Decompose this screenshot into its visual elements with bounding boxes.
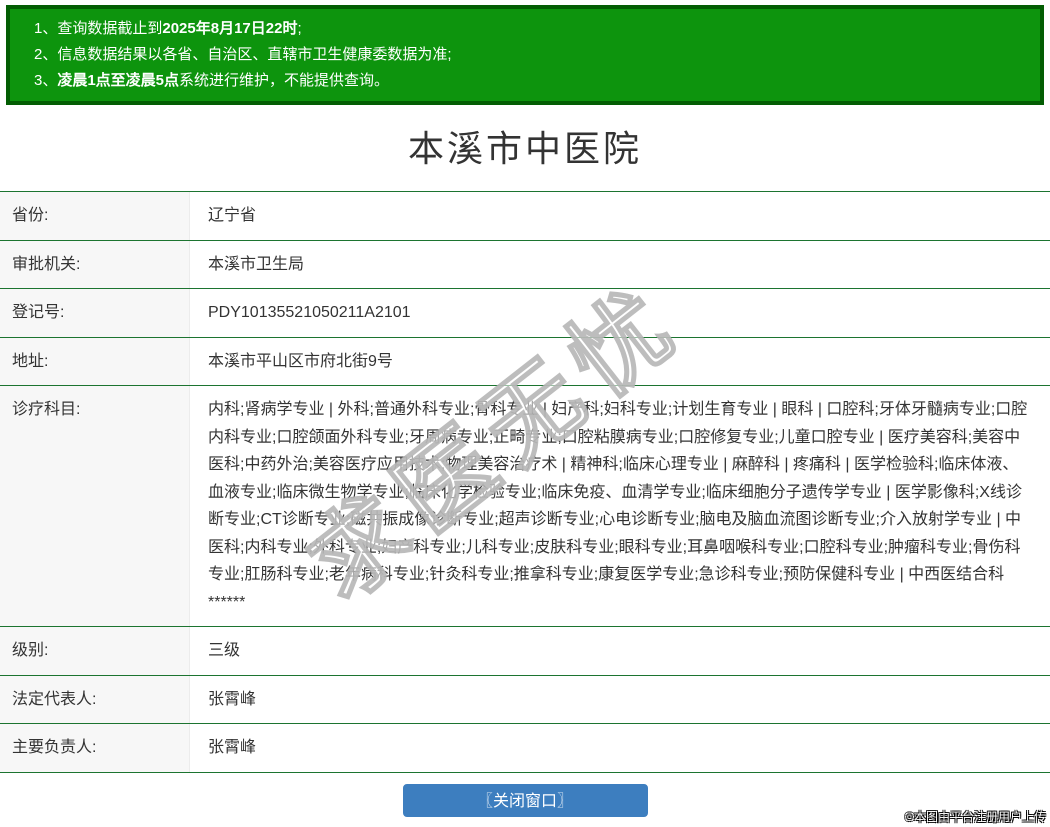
field-value-principal: 张霄峰	[208, 739, 257, 756]
photo-credit-note: ©本图由平台注册用户上传	[905, 810, 1046, 824]
field-value-level: 三级	[208, 642, 241, 659]
field-value-treatment-subjects: 内科;肾病学专业 | 外科;普通外科专业;骨科专业 | 妇产科;妇科专业;计划生…	[208, 401, 1028, 611]
table-row-treatment-subjects: 诊疗科目: 内科;肾病学专业 | 外科;普通外科专业;骨科专业 | 妇产科;妇科…	[0, 386, 1050, 627]
notice-line-1: 1、查询数据截止到2025年8月17日22时;	[34, 16, 1030, 42]
field-label-principal: 主要负责人:	[0, 724, 190, 772]
notice-number: 2、	[34, 46, 58, 63]
notice-bold-text: 凌晨1点至凌晨5点	[57, 72, 180, 89]
notice-line-2: 2、信息数据结果以各省、自治区、直辖市卫生健康委数据为准;	[34, 42, 1030, 68]
notice-bold-text: 2025年8月17日22时	[162, 20, 298, 37]
notice-text: ;	[297, 20, 302, 37]
field-value-address: 本溪市平山区市府北街9号	[208, 352, 393, 370]
close-window-button[interactable]: 〖关闭窗口〗	[402, 783, 648, 817]
field-value-registration-number: PDY10135521050211A2101	[208, 304, 411, 321]
table-row-approval-authority: 审批机关: 本溪市卫生局	[0, 240, 1050, 289]
table-row-principal: 主要负责人: 张霄峰	[0, 724, 1050, 773]
notice-banner: 1、查询数据截止到2025年8月17日22时; 2、信息数据结果以各省、自治区、…	[6, 5, 1044, 105]
field-value-approval-authority: 本溪市卫生局	[208, 255, 305, 273]
notice-text: 系统进行维护，不能提供查询。	[179, 72, 390, 89]
hospital-info-table: 省份: 辽宁省 审批机关: 本溪市卫生局 登记号: PDY10135521050…	[0, 191, 1050, 773]
field-label-address: 地址:	[0, 337, 190, 385]
field-label-approval-authority: 审批机关:	[0, 240, 190, 288]
notice-number: 1、	[34, 20, 58, 37]
field-value-province: 辽宁省	[208, 207, 257, 224]
field-label-legal-representative: 法定代表人:	[0, 675, 190, 723]
table-row-level: 级别: 三级	[0, 627, 1050, 676]
table-row-address: 地址: 本溪市平山区市府北街9号	[0, 337, 1050, 386]
notice-text: 信息数据结果以各省、自治区、直辖市卫生健康委数据为准;	[57, 46, 452, 63]
field-label-registration-number: 登记号:	[0, 289, 190, 337]
notice-text: 查询数据截止到	[57, 20, 163, 37]
table-row-legal-representative: 法定代表人: 张霄峰	[0, 675, 1050, 724]
field-value-legal-representative: 张霄峰	[208, 690, 257, 708]
table-row-province: 省份: 辽宁省	[0, 192, 1050, 241]
table-row-registration-number: 登记号: PDY10135521050211A2101	[0, 289, 1050, 338]
notice-number: 3、	[34, 72, 58, 89]
field-label-level: 级别:	[0, 627, 190, 675]
button-bar: 〖关闭窗口〗	[0, 783, 1050, 817]
field-label-province: 省份:	[0, 192, 190, 240]
field-label-treatment-subjects: 诊疗科目:	[0, 386, 190, 626]
notice-line-3: 3、凌晨1点至凌晨5点系统进行维护，不能提供查询。	[34, 68, 1030, 94]
page-title: 本溪市中医院	[407, 128, 642, 169]
